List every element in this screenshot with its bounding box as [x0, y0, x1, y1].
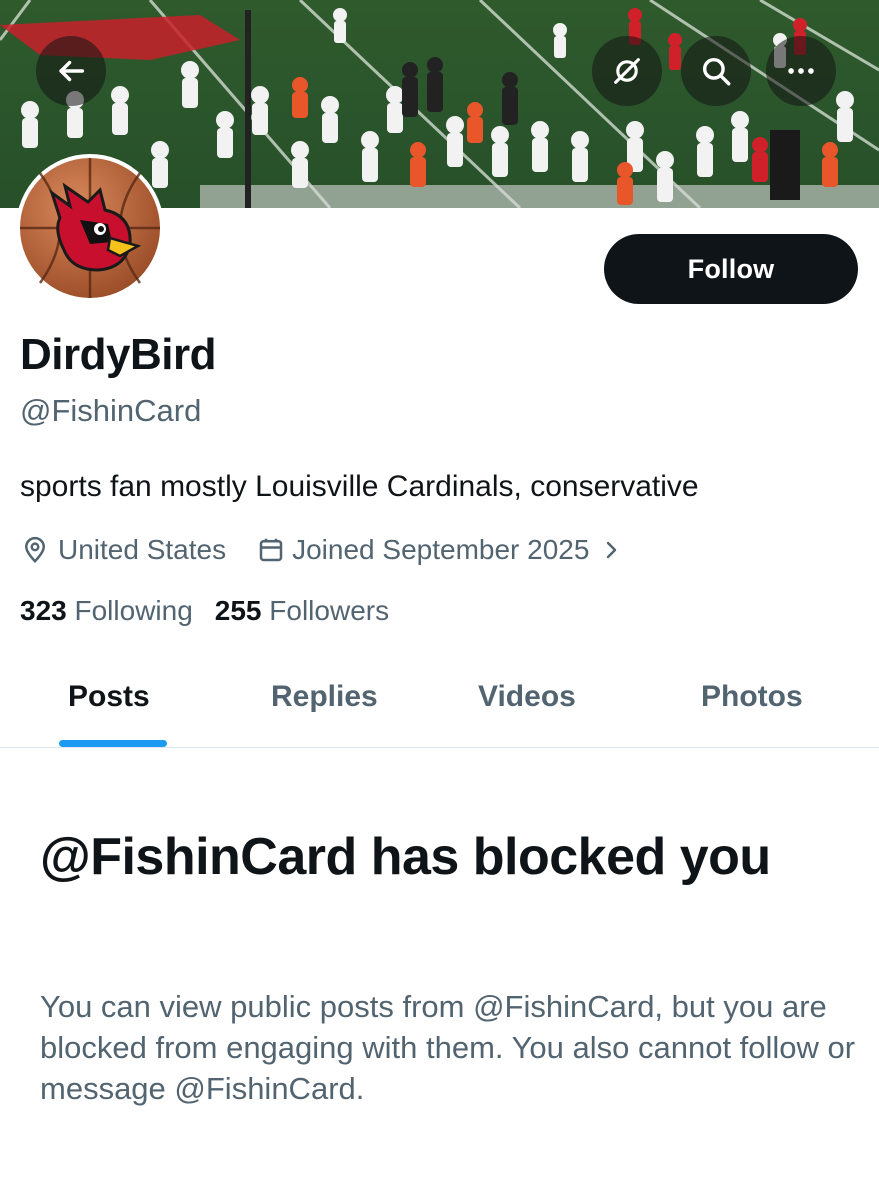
arrow-left-icon — [54, 54, 88, 88]
tab-photos[interactable]: Photos — [701, 680, 803, 714]
calendar-icon — [256, 535, 286, 565]
location-item: United States — [20, 534, 226, 566]
follow-counts: 323 Following 255 Followers — [20, 595, 411, 627]
search-icon — [699, 54, 733, 88]
blocked-notice-title: @FishinCard has blocked you — [40, 828, 771, 886]
profile-meta: United States Joined September 2025 — [20, 530, 623, 570]
profile-bio: sports fan mostly Louisville Cardinals, … — [20, 470, 699, 503]
followers-count: 255 — [214, 595, 262, 626]
cardinal-basketball-avatar-image — [20, 158, 160, 298]
blocked-notice-description: You can view public posts from @FishinCa… — [40, 989, 856, 1106]
following-count: 323 — [20, 595, 67, 626]
follow-button[interactable]: Follow — [604, 234, 858, 304]
tab-replies[interactable]: Replies — [271, 680, 378, 714]
tab-videos[interactable]: Videos — [478, 680, 576, 714]
notifications-toggle-button[interactable] — [592, 36, 662, 106]
location-pin-icon — [20, 535, 50, 565]
back-button[interactable] — [36, 36, 106, 106]
following-link[interactable]: 323 Following — [20, 595, 193, 627]
display-name: DirdyBird — [20, 330, 216, 379]
no-notifications-icon — [610, 54, 644, 88]
profile-tabs: Posts Replies Videos Photos — [0, 650, 879, 748]
followers-link[interactable]: 255 Followers — [215, 595, 389, 627]
search-button[interactable] — [681, 36, 751, 106]
followers-label: Followers — [269, 595, 390, 626]
tab-posts[interactable]: Posts — [68, 680, 150, 714]
joined-date-text: Joined September 2025 — [292, 534, 590, 565]
more-options-button[interactable] — [766, 36, 836, 106]
chevron-right-icon — [599, 538, 623, 562]
following-label: Following — [74, 595, 193, 626]
joined-date-item[interactable]: Joined September 2025 — [256, 534, 623, 566]
profile-page: Follow DirdyBird @FishinCard sports fan … — [0, 0, 879, 1200]
more-icon — [784, 54, 818, 88]
active-tab-indicator — [59, 740, 167, 747]
location-text: United States — [58, 534, 227, 565]
username-handle: @FishinCard — [20, 393, 202, 428]
profile-avatar[interactable] — [16, 154, 164, 302]
